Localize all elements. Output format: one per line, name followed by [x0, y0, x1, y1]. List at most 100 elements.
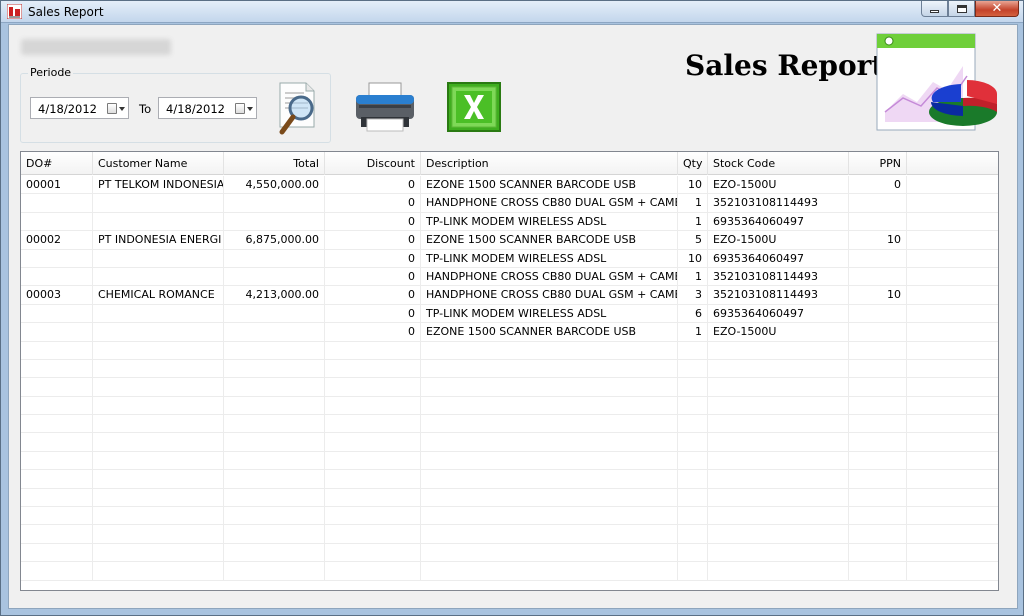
- cell-stock-code[interactable]: [708, 451, 849, 471]
- column-header-stock-code[interactable]: Stock Code: [708, 152, 849, 175]
- cell-stock-code[interactable]: [708, 433, 849, 452]
- cell-stock-code[interactable]: [708, 543, 849, 563]
- cell-ppn[interactable]: [849, 341, 907, 360]
- date-from-picker[interactable]: 4/18/2012: [30, 97, 129, 119]
- cell-do[interactable]: [21, 267, 93, 287]
- table-row[interactable]: 00003 CHEMICAL ROMANCE 4,213,000.00 0 HANDPH…: [21, 286, 998, 305]
- cell-customer-name[interactable]: PT TELKOM INDONESIA: [93, 176, 224, 195]
- cell-stock-code[interactable]: [708, 378, 849, 397]
- table-row[interactable]: 0 HANDPHONE CROSS CB80 DUAL GSM + CAMERA 1…: [21, 267, 998, 287]
- cell-customer-name[interactable]: [93, 267, 224, 287]
- minimize-button[interactable]: [921, 1, 948, 17]
- cell-do[interactable]: [21, 507, 93, 526]
- cell-description[interactable]: [421, 543, 678, 563]
- cell-customer-name[interactable]: [93, 543, 224, 563]
- title-bar[interactable]: Sales Report ✕: [1, 1, 1023, 23]
- cell-customer-name[interactable]: PT INDONESIA ENERGI: [93, 231, 224, 250]
- cell-customer-name[interactable]: [93, 488, 224, 508]
- empty-table-row[interactable]: [21, 415, 998, 434]
- sales-grid[interactable]: DO# Customer Name Total Discount Descrip…: [20, 151, 999, 591]
- cell-ppn[interactable]: [849, 378, 907, 397]
- date-to-dropdown[interactable]: [235, 102, 253, 115]
- cell-stock-code[interactable]: 352103108114493: [708, 286, 849, 305]
- cell-qty[interactable]: [678, 562, 708, 581]
- cell-description[interactable]: EZONE 1500 SCANNER BARCODE USB: [421, 323, 678, 342]
- cell-description[interactable]: [421, 415, 678, 434]
- empty-table-row[interactable]: [21, 507, 998, 526]
- cell-qty[interactable]: [678, 451, 708, 471]
- empty-table-row[interactable]: [21, 341, 998, 360]
- empty-table-row[interactable]: [21, 488, 998, 508]
- cell-total[interactable]: [224, 341, 325, 360]
- empty-table-row[interactable]: [21, 451, 998, 471]
- empty-table-row[interactable]: [21, 359, 998, 379]
- cell-do[interactable]: [21, 249, 93, 268]
- cell-do[interactable]: [21, 359, 93, 379]
- empty-table-row[interactable]: [21, 525, 998, 544]
- cell-total[interactable]: [224, 194, 325, 213]
- cell-discount[interactable]: 0: [325, 176, 421, 195]
- cell-stock-code[interactable]: 6935364060497: [708, 249, 849, 268]
- cell-qty[interactable]: [678, 396, 708, 416]
- cell-discount[interactable]: 0: [325, 231, 421, 250]
- cell-stock-code[interactable]: [708, 470, 849, 489]
- column-header-total[interactable]: Total: [224, 152, 325, 175]
- cell-total[interactable]: [224, 525, 325, 544]
- maximize-button[interactable]: [948, 1, 975, 17]
- cell-total[interactable]: [224, 212, 325, 232]
- cell-qty[interactable]: 1: [678, 212, 708, 232]
- cell-ppn[interactable]: [849, 433, 907, 452]
- cell-stock-code[interactable]: EZO-1500U: [708, 231, 849, 250]
- cell-stock-code[interactable]: [708, 359, 849, 379]
- cell-qty[interactable]: 10: [678, 249, 708, 268]
- cell-customer-name[interactable]: [93, 323, 224, 342]
- excel-export-button[interactable]: [446, 81, 502, 133]
- cell-description[interactable]: [421, 359, 678, 379]
- cell-customer-name[interactable]: [93, 451, 224, 471]
- cell-qty[interactable]: 1: [678, 194, 708, 213]
- cell-stock-code[interactable]: [708, 507, 849, 526]
- cell-total[interactable]: 6,875,000.00: [224, 231, 325, 250]
- cell-qty[interactable]: [678, 433, 708, 452]
- column-header-qty[interactable]: Qty: [678, 152, 708, 175]
- table-row[interactable]: 00002 PT INDONESIA ENERGI 6,875,000.00 0 EZO…: [21, 231, 998, 250]
- cell-ppn[interactable]: [849, 396, 907, 416]
- cell-qty[interactable]: [678, 359, 708, 379]
- cell-stock-code[interactable]: 6935364060497: [708, 212, 849, 232]
- cell-customer-name[interactable]: [93, 525, 224, 544]
- cell-ppn[interactable]: [849, 249, 907, 268]
- cell-qty[interactable]: 10: [678, 176, 708, 195]
- cell-discount[interactable]: [325, 378, 421, 397]
- cell-total[interactable]: [224, 304, 325, 324]
- cell-description[interactable]: EZONE 1500 SCANNER BARCODE USB: [421, 176, 678, 195]
- cell-total[interactable]: [224, 507, 325, 526]
- cell-discount[interactable]: [325, 470, 421, 489]
- cell-stock-code[interactable]: [708, 415, 849, 434]
- cell-do[interactable]: [21, 415, 93, 434]
- cell-do[interactable]: [21, 396, 93, 416]
- close-button[interactable]: ✕: [975, 1, 1019, 17]
- cell-description[interactable]: [421, 507, 678, 526]
- cell-total[interactable]: 4,550,000.00: [224, 176, 325, 195]
- cell-stock-code[interactable]: [708, 341, 849, 360]
- cell-description[interactable]: [421, 488, 678, 508]
- table-row[interactable]: 00001 PT TELKOM INDONESIA 4,550,000.00 0 EZO…: [21, 176, 998, 195]
- cell-stock-code[interactable]: [708, 396, 849, 416]
- cell-total[interactable]: [224, 378, 325, 397]
- cell-qty[interactable]: [678, 470, 708, 489]
- cell-description[interactable]: TP-LINK MODEM WIRELESS ADSL: [421, 212, 678, 232]
- cell-total[interactable]: [224, 323, 325, 342]
- column-header-discount[interactable]: Discount: [325, 152, 421, 175]
- cell-discount[interactable]: 0: [325, 212, 421, 232]
- cell-qty[interactable]: [678, 378, 708, 397]
- cell-discount[interactable]: 0: [325, 267, 421, 287]
- cell-customer-name[interactable]: [93, 304, 224, 324]
- cell-discount[interactable]: [325, 543, 421, 563]
- cell-description[interactable]: HANDPHONE CROSS CB80 DUAL GSM + CAMERA: [421, 286, 678, 305]
- cell-do[interactable]: [21, 488, 93, 508]
- column-header-do[interactable]: DO#: [21, 152, 93, 175]
- table-row[interactable]: 0 HANDPHONE CROSS CB80 DUAL GSM + CAMERA 1…: [21, 194, 998, 213]
- cell-discount[interactable]: 0: [325, 323, 421, 342]
- cell-total[interactable]: [224, 249, 325, 268]
- cell-ppn[interactable]: [849, 359, 907, 379]
